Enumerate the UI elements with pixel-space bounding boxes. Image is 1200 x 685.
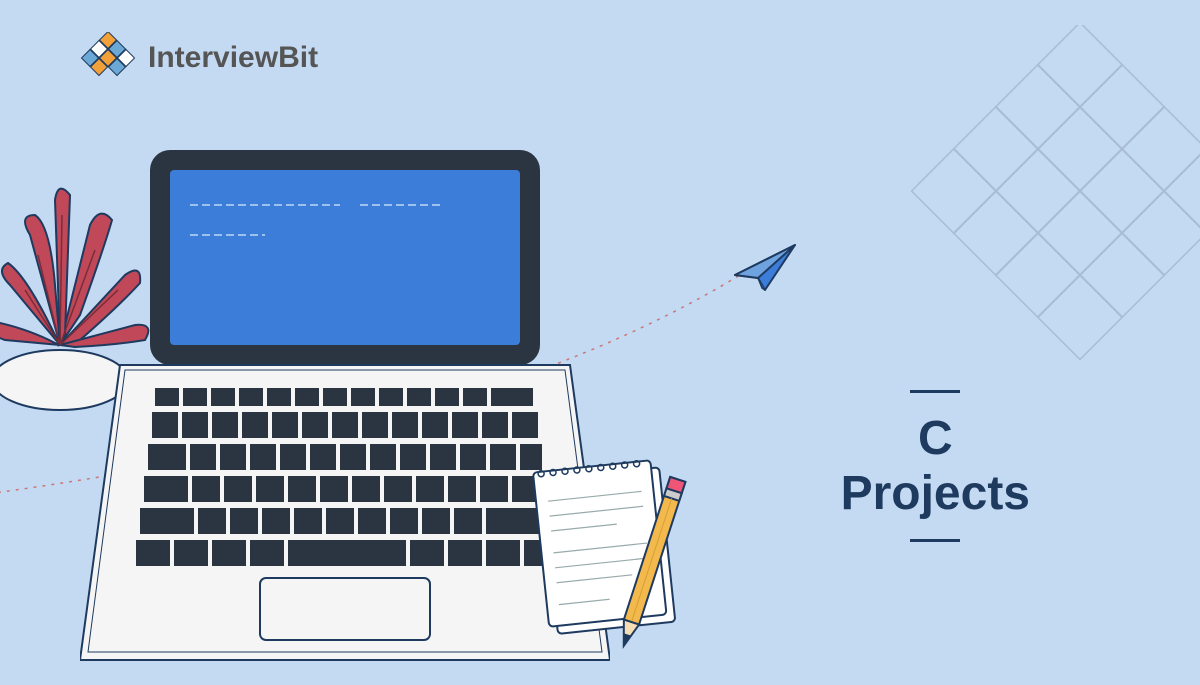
brand-logo: InterviewBit: [80, 32, 318, 83]
title-text: C Projects: [841, 411, 1030, 521]
notepad-icon: [520, 455, 700, 685]
title-accent-bottom: [910, 539, 960, 542]
paper-plane-icon: [730, 240, 800, 300]
diamond-grid-icon: [910, 25, 1200, 370]
brand-name: InterviewBit: [148, 41, 318, 75]
page-title: C Projects: [841, 390, 1030, 542]
logo-diamonds-icon: [80, 32, 136, 83]
title-accent-top: [910, 390, 960, 393]
